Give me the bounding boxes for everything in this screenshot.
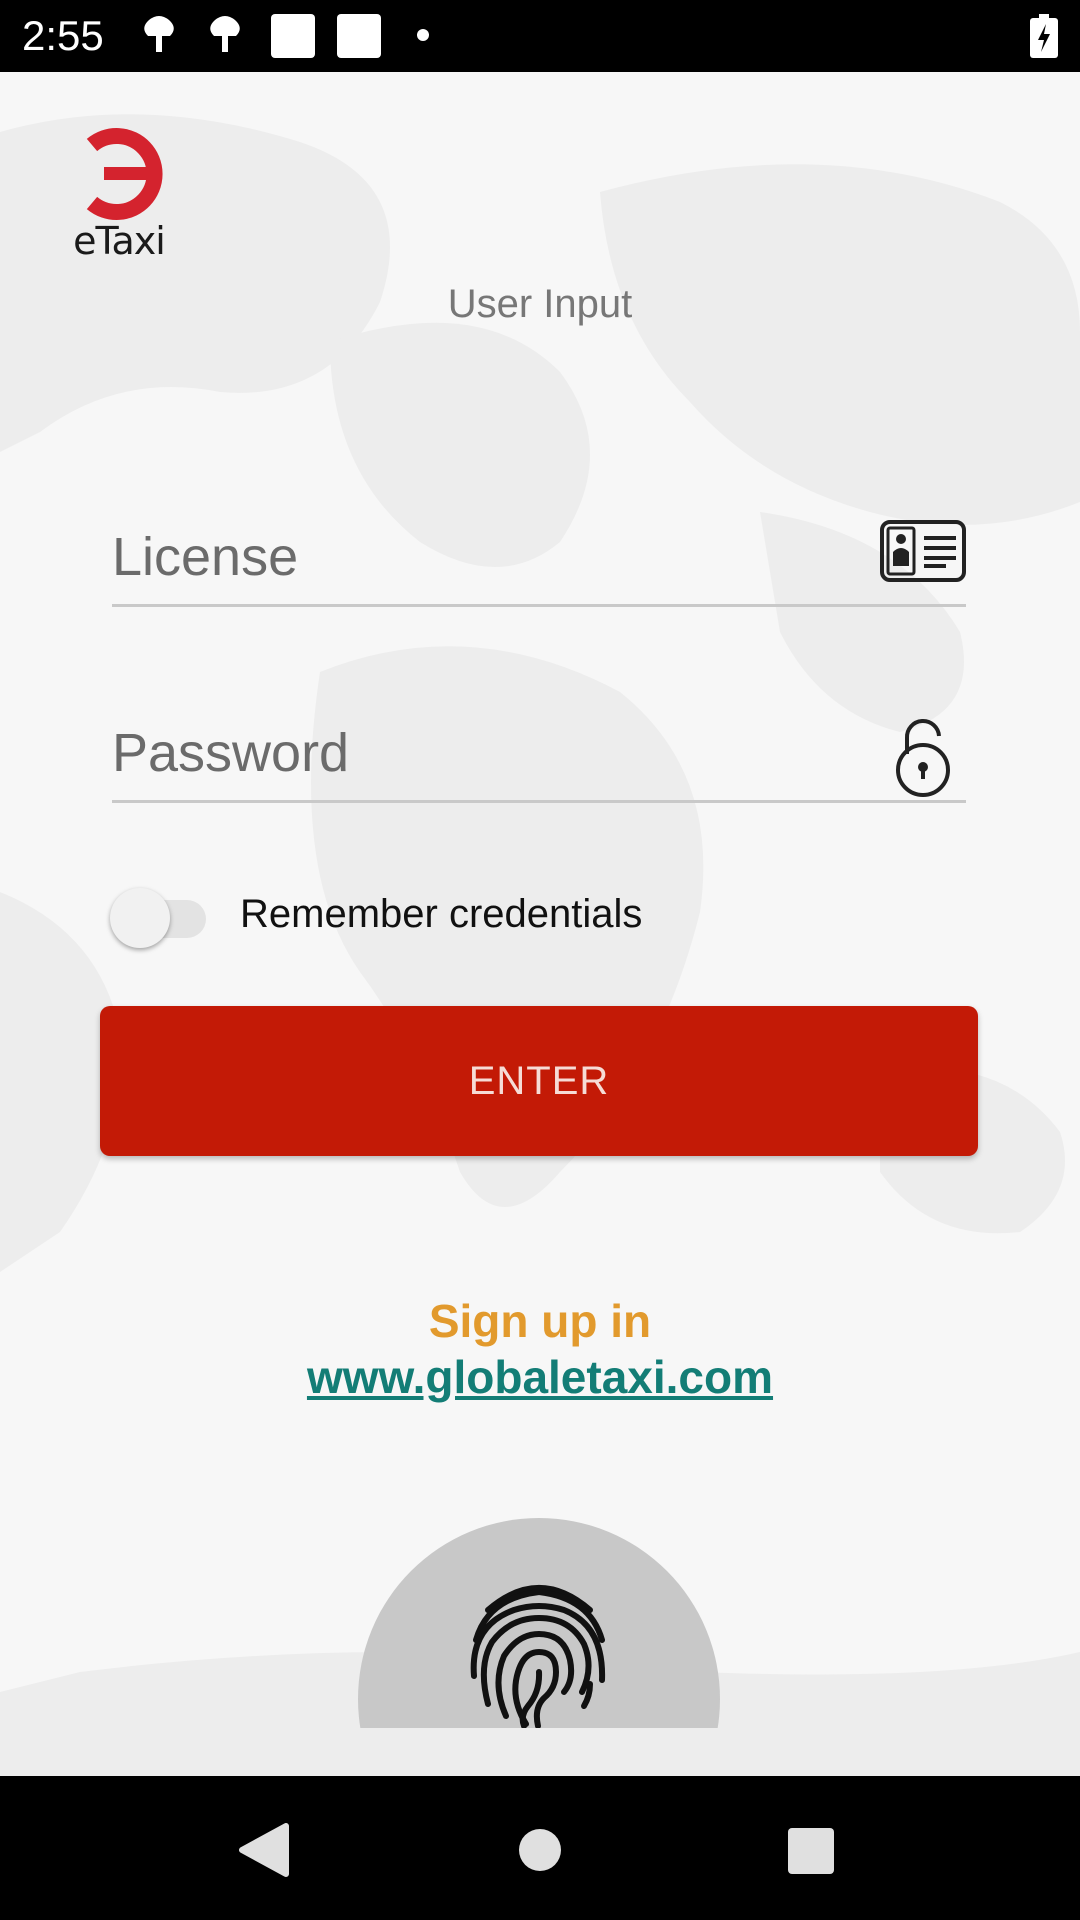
screen: 2:55 eTaxi User Input License Remember c… — [0, 0, 1080, 1920]
signup-link[interactable]: www.globaletaxi.com — [0, 1350, 1080, 1404]
fingerprint-icon — [470, 1585, 606, 1728]
app-content: eTaxi User Input License Remember creden… — [0, 72, 1080, 1776]
recents-icon[interactable] — [770, 1810, 850, 1890]
square-icon — [337, 14, 381, 58]
remember-credentials-row[interactable]: Remember credentials — [110, 884, 810, 948]
battery-charging-icon — [1030, 14, 1058, 58]
signup-text: Sign up in — [428, 1295, 652, 1347]
square-icon — [271, 14, 315, 58]
license-field[interactable] — [112, 514, 966, 607]
logo-wordmark: eTaxi — [73, 219, 166, 263]
password-input[interactable] — [112, 710, 852, 796]
fingerprint-button[interactable] — [358, 1518, 720, 1728]
unlock-icon — [896, 719, 950, 797]
navigation-bar — [0, 1776, 1080, 1920]
etaxi-logo: eTaxi — [64, 127, 174, 267]
notification-icon — [144, 16, 174, 52]
notification-icon — [210, 16, 240, 52]
enter-button[interactable]: ENTER — [100, 1006, 978, 1156]
etaxi-logo-mark — [86, 128, 163, 220]
dot-icon — [417, 29, 429, 41]
page-title: User Input — [447, 282, 633, 326]
status-bar: 2:55 — [0, 0, 1080, 72]
status-time: 2:55 — [22, 12, 104, 59]
remember-toggle-thumb[interactable] — [110, 888, 170, 948]
password-field[interactable] — [112, 710, 966, 803]
remember-credentials-label: Remember credentials — [240, 892, 643, 936]
home-icon[interactable] — [500, 1810, 580, 1890]
id-card-icon — [880, 520, 966, 582]
license-input[interactable] — [112, 514, 852, 600]
back-icon[interactable] — [226, 1810, 306, 1890]
